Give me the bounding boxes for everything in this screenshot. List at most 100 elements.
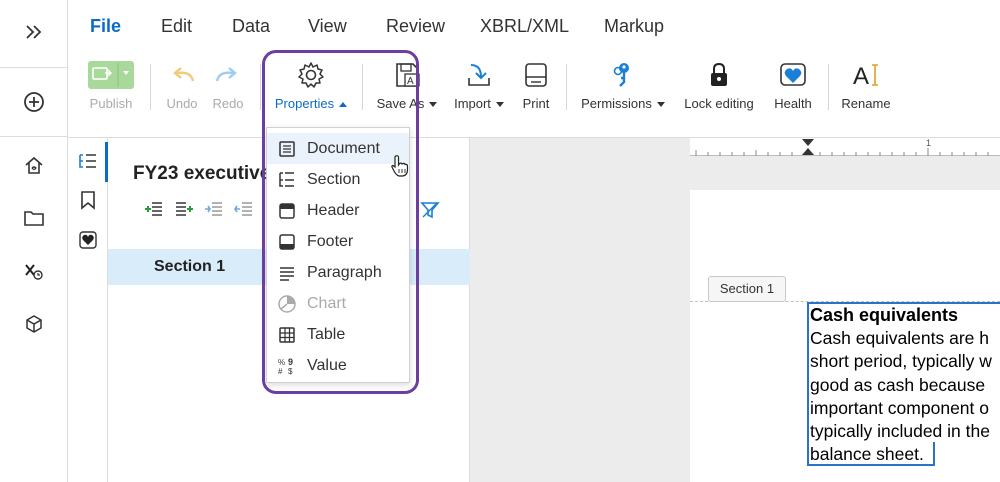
left-rail: [0, 0, 68, 482]
formula-icon[interactable]: [0, 256, 68, 286]
menu-item-label: Header: [307, 201, 360, 219]
menu-data[interactable]: Data: [232, 16, 270, 37]
paragraph-line: short period, typically w: [810, 351, 992, 372]
footer-icon: [267, 233, 307, 251]
properties-button[interactable]: Properties: [270, 58, 352, 111]
paragraph-line: important component o: [810, 397, 989, 418]
document-canvas: 1 Section 1 Cash equivalents Cash equiva…: [470, 138, 1000, 482]
paragraph-line: typically included in the: [810, 421, 990, 442]
paragraph-line: balance sheet.: [810, 444, 924, 465]
chevron-down-icon: [495, 102, 504, 108]
section-tag[interactable]: Section 1: [708, 276, 786, 302]
undo-label: Undo: [166, 96, 198, 111]
publish-icon: [86, 58, 136, 92]
undo-icon: [160, 58, 204, 92]
properties-label: Properties: [274, 96, 335, 111]
import-button[interactable]: Import: [450, 58, 508, 111]
bookmark-icon[interactable]: [68, 184, 108, 216]
toolbar-separator: [566, 64, 567, 110]
toolbar-separator: [362, 64, 363, 110]
add-icon[interactable]: [0, 86, 68, 118]
folder-icon[interactable]: [0, 203, 68, 233]
ruler-ticks: [695, 139, 989, 156]
redo-icon: [206, 58, 250, 92]
header-icon: [267, 202, 307, 220]
menu-item-header[interactable]: Header: [267, 195, 409, 226]
menu-item-value[interactable]: % 9 # $ Value: [267, 350, 409, 381]
undo-button[interactable]: Undo: [160, 58, 204, 111]
lock-editing-label: Lock editing: [684, 96, 754, 111]
app-window: File Edit Data View Review XBRL/XML Mark…: [0, 0, 1000, 482]
table-icon: [267, 326, 307, 344]
filter-icon[interactable]: [420, 200, 440, 225]
paragraph-heading: Cash equivalents: [810, 305, 959, 325]
menu-bar: File Edit Data View Review XBRL/XML Mark…: [68, 0, 1000, 54]
menu-item-label: Footer: [307, 232, 354, 250]
outline-section-label: Section 1: [154, 258, 226, 275]
add-section-before-icon[interactable]: [144, 200, 164, 218]
menu-item-footer[interactable]: Footer: [267, 226, 409, 257]
pie-chart-icon: [267, 294, 307, 314]
health-button[interactable]: Health: [768, 58, 818, 111]
svg-text:A: A: [407, 76, 414, 87]
rename-icon: A: [838, 58, 894, 92]
document-icon: [267, 140, 307, 158]
outline-icon[interactable]: [68, 146, 108, 178]
hand-cursor-icon: [390, 154, 410, 183]
printer-icon: [516, 58, 556, 92]
home-icon[interactable]: [0, 150, 68, 180]
health-label: Health: [774, 96, 812, 111]
menu-item-label: Value: [307, 356, 347, 374]
ruler: 1: [690, 138, 1000, 156]
outline-tool-column: [68, 138, 108, 482]
cube-icon[interactable]: [0, 309, 68, 339]
chevron-down-icon: [656, 102, 665, 108]
menu-view[interactable]: View: [308, 16, 347, 37]
selected-text-block[interactable]: Cash equivalents Cash equivalents are h …: [807, 302, 1000, 466]
toolbar-separator: [260, 64, 261, 110]
properties-dropdown: Document Section Header Footer Paragraph…: [266, 127, 410, 383]
save-as-icon: A: [376, 58, 438, 92]
menu-item-chart[interactable]: Chart: [267, 288, 409, 319]
svg-text:$: $: [288, 367, 293, 376]
menu-markup[interactable]: Markup: [604, 16, 664, 37]
print-label: Print: [522, 96, 550, 111]
permissions-button[interactable]: Permissions: [578, 58, 668, 111]
print-button[interactable]: Print: [516, 58, 556, 111]
svg-text:A: A: [853, 63, 869, 90]
permissions-label: Permissions: [581, 96, 652, 111]
rename-button[interactable]: A Rename: [838, 58, 894, 111]
svg-text:%: %: [278, 358, 285, 367]
toolbar: Publish Undo Redo Properties A Save As I…: [68, 54, 1000, 138]
lock-icon: [682, 58, 756, 92]
menu-item-paragraph[interactable]: Paragraph: [267, 257, 409, 288]
lock-editing-button[interactable]: Lock editing: [682, 58, 756, 111]
svg-text:#: #: [278, 367, 283, 376]
add-section-after-icon[interactable]: [174, 200, 194, 218]
health-panel-icon[interactable]: [68, 224, 108, 256]
expand-rail-icon[interactable]: [0, 14, 68, 50]
outdent-icon[interactable]: [234, 200, 254, 218]
menu-item-document[interactable]: Document: [267, 133, 409, 164]
menu-file[interactable]: File: [90, 16, 121, 37]
menu-item-section[interactable]: Section: [267, 164, 409, 195]
rail-divider: [0, 67, 68, 68]
indent-icon[interactable]: [204, 200, 224, 218]
import-label: Import: [454, 96, 491, 111]
menu-item-label: Section: [307, 170, 361, 188]
menu-edit[interactable]: Edit: [161, 16, 192, 37]
rename-label: Rename: [841, 96, 891, 111]
menu-item-table[interactable]: Table: [267, 319, 409, 350]
redo-button[interactable]: Redo: [206, 58, 250, 111]
save-as-button[interactable]: A Save As: [376, 58, 438, 111]
rail-divider: [0, 136, 68, 137]
paragraph-icon: [267, 264, 307, 282]
toolbar-separator: [828, 64, 829, 110]
value-icon: % 9 # $: [267, 356, 307, 376]
caret-up-icon: [339, 102, 348, 108]
gear-icon: [270, 58, 352, 92]
selection-border: [807, 464, 935, 466]
menu-review[interactable]: Review: [386, 16, 445, 37]
menu-xbrl-xml[interactable]: XBRL/XML: [480, 16, 569, 37]
publish-button[interactable]: Publish: [86, 58, 136, 111]
